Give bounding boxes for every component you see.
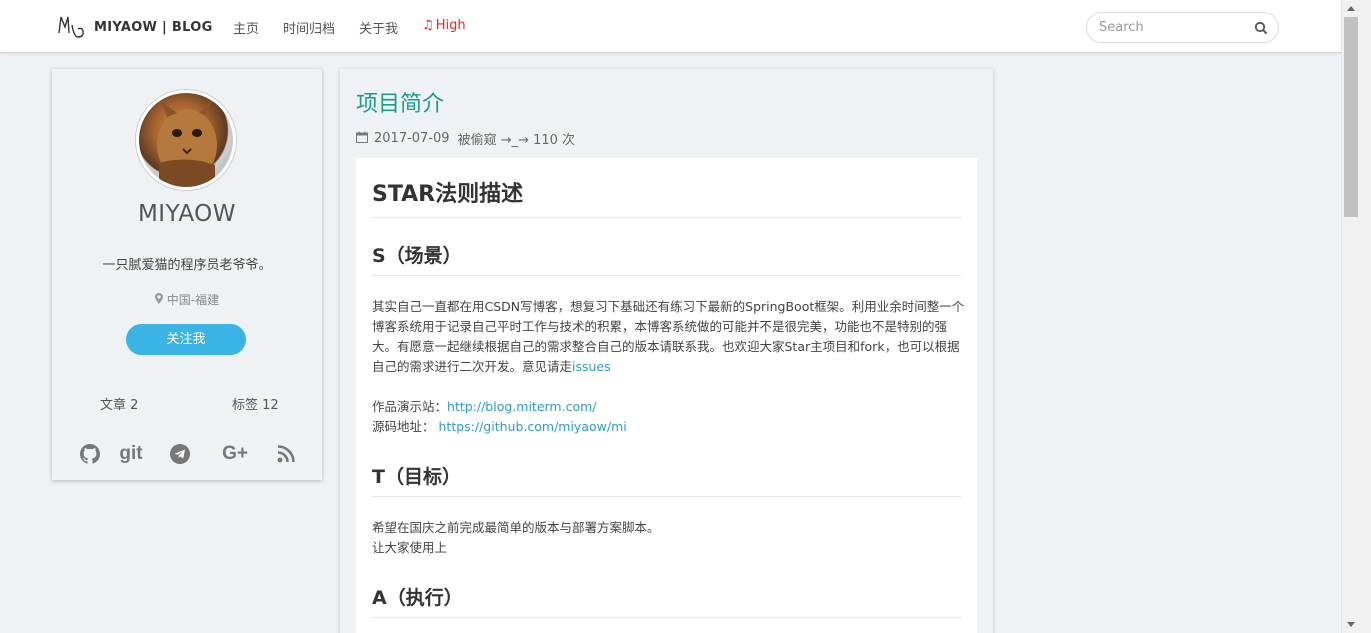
article-panel: 项目简介 2017-07-09 被偷窥 →_→ 110 次 STAR法则描述 S… [340, 69, 993, 633]
scroll-thumb[interactable] [1344, 17, 1358, 217]
section-heading-t: T（目标） [372, 462, 961, 497]
article-views: 被偷窥 →_→ 110 次 [457, 133, 576, 148]
section-t-line2: 让大家使用上 [372, 540, 448, 555]
top-navbar: MIYAOW | BLOG 主页 时间归档 关于我 ♫ High [0, 0, 1341, 53]
map-marker-icon [154, 293, 167, 307]
article-title: 项目简介 [356, 92, 445, 117]
search-box [1086, 12, 1279, 43]
demo-label: 作品演示站： [372, 399, 448, 414]
profile-location: 中国-福建 [52, 291, 322, 308]
issues-link[interactable]: issues [572, 359, 611, 374]
calendar-icon [356, 131, 368, 147]
search-input[interactable] [1099, 20, 1249, 35]
follow-button[interactable]: 关注我 [126, 324, 246, 355]
article-date: 2017-07-09 [374, 131, 450, 146]
content-heading-star: STAR法则描述 [372, 176, 961, 218]
search-icon[interactable] [1254, 21, 1268, 35]
location-text: 中国-福建 [166, 293, 220, 307]
nav-link-home[interactable]: 主页 [233, 18, 259, 37]
nav-link-high[interactable]: ♫ High [422, 18, 466, 37]
tag-count[interactable]: 标签 12 [232, 394, 279, 413]
demo-line: 作品演示站：http://blog.miterm.com/ [372, 397, 967, 417]
section-s-paragraph: 其实自己一直都在用CSDN写博客，想复习下基础还有练习下最新的SpringBoo… [372, 297, 967, 377]
source-line: 源码地址： https://github.com/miyaow/mi [372, 417, 967, 437]
profile-bio: 一只腻爱猫的程序员老爷爷。 [102, 258, 272, 273]
social-links: git G+ [74, 441, 304, 467]
github-icon[interactable] [78, 441, 102, 467]
section-s-text: 其实自己一直都在用CSDN写博客，想复习下基础还有练习下最新的SpringBoo… [372, 299, 965, 374]
article-count[interactable]: 文章 2 [100, 394, 138, 413]
section-heading-a: A（执行） [372, 583, 961, 618]
source-label: 源码地址： [372, 419, 435, 434]
profile-name: MIYAOW [137, 201, 237, 227]
scroll-up-arrow-icon[interactable] [1342, 0, 1371, 17]
nav-link-archive[interactable]: 时间归档 [283, 18, 335, 37]
article-meta: 2017-07-09 被偷窥 →_→ 110 次 [356, 129, 575, 148]
section-t-line1: 希望在国庆之前完成最简单的版本与部署方案脚本。 [372, 520, 660, 535]
article-content: STAR法则描述 S（场景） 其实自己一直都在用CSDN写博客，想复习下基础还有… [356, 158, 977, 633]
cat-avatar-image [157, 99, 217, 187]
music-note-icon: ♫ [422, 18, 434, 33]
avatar [136, 90, 236, 190]
nav-links: 主页 时间归档 关于我 ♫ High [233, 18, 490, 37]
demo-link[interactable]: http://blog.miterm.com/ [447, 399, 596, 414]
rss-icon[interactable] [274, 441, 298, 467]
nav-link-high-label: High [435, 18, 466, 33]
git-icon[interactable]: git [118, 441, 144, 467]
source-link[interactable]: https://github.com/miyaow/mi [439, 419, 627, 434]
nav-link-about[interactable]: 关于我 [359, 18, 398, 37]
telegram-icon[interactable] [168, 441, 192, 467]
google-plus-icon[interactable]: G+ [218, 441, 252, 467]
brand[interactable]: MIYAOW | BLOG [56, 11, 213, 43]
profile-card: MIYAOW 一只腻爱猫的程序员老爷爷。 中国-福建 关注我 文章 2 标签 1… [52, 69, 322, 480]
section-heading-s: S（场景） [372, 241, 961, 276]
brand-logo-icon [58, 16, 84, 38]
scroll-down-arrow-icon[interactable] [1342, 616, 1371, 633]
brand-text: MIYAOW | BLOG [94, 19, 213, 35]
page-scrollbar[interactable] [1341, 0, 1371, 633]
